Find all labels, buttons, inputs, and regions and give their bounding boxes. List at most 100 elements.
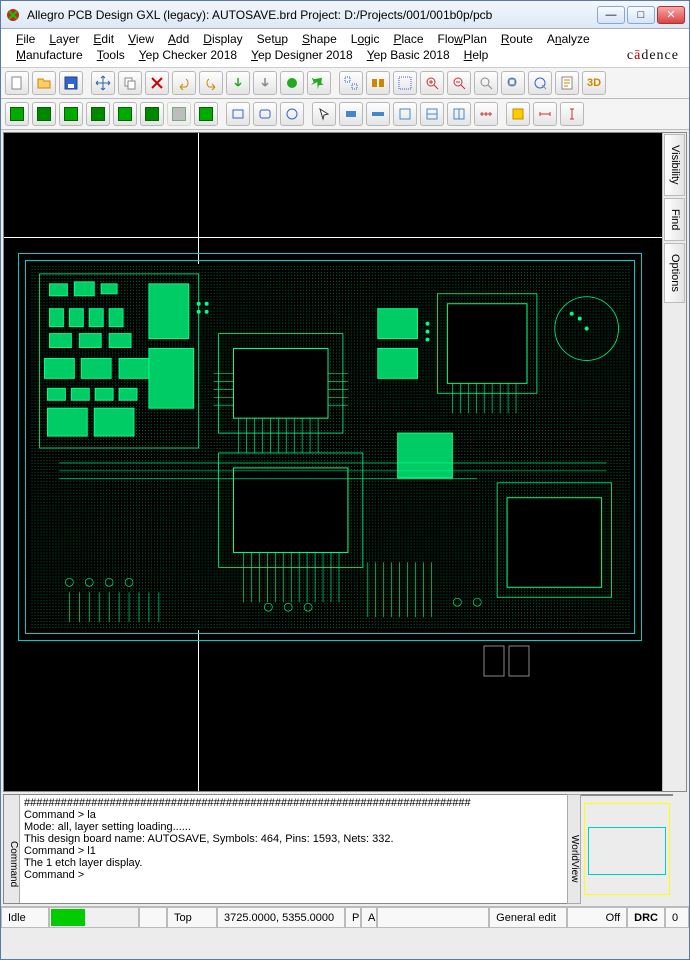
- menu-route[interactable]: Route: [494, 31, 540, 47]
- maximize-button[interactable]: □: [627, 6, 655, 24]
- status-idle: Idle: [1, 907, 49, 928]
- pcb-canvas[interactable]: [4, 133, 662, 791]
- status-coords[interactable]: 3725.0000, 5355.0000: [217, 907, 345, 928]
- pin-button[interactable]: [307, 71, 331, 95]
- status-a[interactable]: A: [361, 907, 377, 928]
- shape3-tool[interactable]: [393, 102, 417, 126]
- status-p[interactable]: P: [345, 907, 361, 928]
- menu-logic[interactable]: Logic: [344, 31, 387, 47]
- layer4-button[interactable]: [86, 102, 110, 126]
- crosshair-horizontal: [4, 237, 662, 238]
- shape5-tool[interactable]: [447, 102, 471, 126]
- shape4-tool[interactable]: [420, 102, 444, 126]
- layer8-button[interactable]: [194, 102, 218, 126]
- layer1-button[interactable]: [5, 102, 29, 126]
- roundrect-tool[interactable]: [253, 102, 277, 126]
- menu-view[interactable]: View: [121, 31, 161, 47]
- zoom-out-button[interactable]: [447, 71, 471, 95]
- status-layer[interactable]: Top: [167, 907, 217, 928]
- delete-button[interactable]: [145, 71, 169, 95]
- status-blank: [139, 907, 167, 928]
- menu-edit[interactable]: Edit: [86, 31, 121, 47]
- status-spacer: [377, 907, 489, 928]
- toolbar-secondary: [1, 99, 689, 130]
- select-tool[interactable]: [312, 102, 336, 126]
- menu-yep-checker[interactable]: Yep Checker 2018: [132, 47, 244, 63]
- group-button[interactable]: [339, 71, 363, 95]
- window-title: Allegro PCB Design GXL (legacy): AUTOSAV…: [27, 8, 597, 22]
- status-progress: [49, 907, 139, 928]
- console-line: Command > la: [24, 809, 576, 821]
- menu-display[interactable]: Display: [196, 31, 249, 47]
- status-mode[interactable]: General edit: [489, 907, 567, 928]
- new-button[interactable]: [5, 71, 29, 95]
- menu-tools[interactable]: Tools: [90, 47, 132, 63]
- property-button[interactable]: [555, 71, 579, 95]
- status-count: 0: [665, 907, 689, 928]
- 3d-button[interactable]: 3D: [582, 71, 606, 95]
- tab-find[interactable]: Find: [664, 198, 685, 241]
- sidebar: Visibility Find Options: [662, 133, 686, 791]
- measure-tool[interactable]: [474, 102, 498, 126]
- worldview-panel[interactable]: [581, 794, 673, 796]
- shape2-tool[interactable]: [366, 102, 390, 126]
- layer6-button[interactable]: [140, 102, 164, 126]
- menu-add[interactable]: Add: [161, 31, 196, 47]
- app-icon: [5, 7, 21, 23]
- menu-manufacture[interactable]: Manufacture: [9, 47, 90, 63]
- console-tab[interactable]: Command: [4, 795, 20, 903]
- layer5-button[interactable]: [113, 102, 137, 126]
- worldview-tab[interactable]: WorldView: [567, 794, 581, 904]
- marker-button[interactable]: [280, 71, 304, 95]
- layer2-button[interactable]: [32, 102, 56, 126]
- pcb-artwork: [19, 254, 641, 640]
- pcb-board-outline: [18, 253, 642, 641]
- shape1-tool[interactable]: [339, 102, 363, 126]
- statusbar: Idle Top 3725.0000, 5355.0000 P A Genera…: [1, 906, 689, 928]
- zoom-sel-button[interactable]: [501, 71, 525, 95]
- tab-visibility[interactable]: Visibility: [664, 134, 685, 196]
- titlebar: Allegro PCB Design GXL (legacy): AUTOSAV…: [1, 1, 689, 29]
- menu-help[interactable]: Help: [457, 47, 496, 63]
- minimize-button[interactable]: —: [597, 6, 625, 24]
- zoom-world-button[interactable]: [528, 71, 552, 95]
- redo-button[interactable]: [199, 71, 223, 95]
- work-area: Visibility Find Options: [3, 132, 687, 792]
- tab-options[interactable]: Options: [664, 243, 685, 303]
- menu-layer[interactable]: Layer: [42, 31, 86, 47]
- menu-yep-basic[interactable]: Yep Basic 2018: [360, 47, 457, 63]
- close-button[interactable]: ✕: [657, 6, 685, 24]
- undo-button[interactable]: [172, 71, 196, 95]
- menu-setup[interactable]: Setup: [250, 31, 295, 47]
- arrow-down2-button[interactable]: [253, 71, 277, 95]
- layer7-button[interactable]: [167, 102, 191, 126]
- dim-h-tool[interactable]: [533, 102, 557, 126]
- arrow-down-button[interactable]: [226, 71, 250, 95]
- rect-tool[interactable]: [226, 102, 250, 126]
- status-off[interactable]: Off: [567, 907, 627, 928]
- dim-v-tool[interactable]: [560, 102, 584, 126]
- move-button[interactable]: [91, 71, 115, 95]
- circle-tool[interactable]: [280, 102, 304, 126]
- open-button[interactable]: [32, 71, 56, 95]
- menu-yep-designer[interactable]: Yep Designer 2018: [244, 47, 360, 63]
- menu-shape[interactable]: Shape: [295, 31, 344, 47]
- menu-analyze[interactable]: Analyze: [540, 31, 597, 47]
- layer3-button[interactable]: [59, 102, 83, 126]
- copy-button[interactable]: [118, 71, 142, 95]
- save-button[interactable]: [59, 71, 83, 95]
- connector-icon: [479, 641, 539, 681]
- highlight-tool[interactable]: [506, 102, 530, 126]
- toolbar-main: 3D: [1, 68, 689, 99]
- console-line: This design board name: AUTOSAVE, Symbol…: [24, 833, 576, 845]
- status-drc[interactable]: DRC: [627, 907, 665, 928]
- command-console[interactable]: Command ################################…: [3, 794, 579, 904]
- console-line: Command > l1: [24, 845, 576, 857]
- zoom-in-button[interactable]: [420, 71, 444, 95]
- menu-file[interactable]: File: [9, 31, 42, 47]
- menu-place[interactable]: Place: [386, 31, 430, 47]
- flip-button[interactable]: [366, 71, 390, 95]
- zoom-fit-button[interactable]: [474, 71, 498, 95]
- ungroup-button[interactable]: [393, 71, 417, 95]
- menu-flowplan[interactable]: FlowPlan: [431, 31, 494, 47]
